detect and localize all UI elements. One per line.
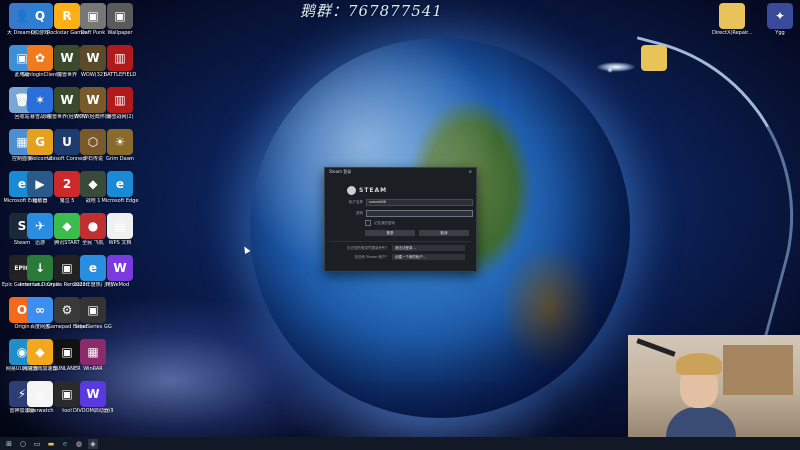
webcam-background-shelf	[723, 345, 793, 395]
start-icon[interactable]: ⊞	[4, 439, 14, 449]
password-row: 密码	[329, 210, 476, 217]
desktop-item-label: WinRAR	[83, 366, 103, 372]
desktop-item-label: 暴雪战网(2)	[106, 114, 134, 120]
desktop-item-label: Grim Dawn	[106, 156, 134, 162]
new-account-label: 还没有 Steam 帐户？	[354, 254, 389, 259]
forgot-row: 忘记您的登录凭据或丢失？ 我无法登录...	[329, 245, 476, 251]
desktop-item-label: WPS 文档	[108, 240, 132, 246]
file-explorer-icon[interactable]: ▬	[46, 439, 56, 449]
watermark-text: 鹅群：767877541	[300, 2, 443, 20]
remember-checkbox[interactable]	[365, 220, 371, 226]
steam-logo-icon	[347, 186, 356, 195]
password-label: 密码	[356, 211, 363, 215]
desktop-item[interactable]: ▤ WPS 文档	[100, 213, 140, 246]
search-icon[interactable]: ○	[18, 439, 28, 449]
desktop-folder-item[interactable]	[634, 45, 674, 71]
steam-taskbar-icon[interactable]: ◍	[74, 439, 84, 449]
desktop-item[interactable]: ▦ WinRAR	[73, 339, 113, 372]
close-icon[interactable]: ✕	[469, 169, 472, 178]
document-icon: ▤	[107, 213, 133, 239]
desktop-item-label: Ygg	[775, 30, 785, 36]
desktop-item[interactable]: W WeMod	[100, 255, 140, 288]
desktop-item[interactable]: ✦ Ygg	[760, 3, 800, 36]
grim-dawn-icon: ☀	[107, 129, 133, 155]
desktop-item[interactable]: ☀ Grim Dawn	[100, 129, 140, 162]
forgot-button[interactable]: 我无法登录...	[392, 245, 465, 251]
edge-3-icon: e	[107, 171, 133, 197]
remember-password-row[interactable]: 记住我的密码	[365, 220, 476, 226]
desktop-item-label: BATTLEFIELD	[103, 72, 137, 78]
login-button[interactable]: 登录	[365, 230, 415, 236]
steam-logo: STEAM	[347, 186, 476, 195]
dialog-divider	[329, 241, 472, 242]
desktop-item-label: Microsoft Edge	[101, 198, 139, 204]
task-view-icon[interactable]: ▭	[32, 439, 42, 449]
steam-login-dialog: Steam 登录 ✕ STEAM 帐户名称 sneez086 密码 记住我的密码…	[324, 167, 477, 272]
folder-icon	[641, 45, 667, 71]
desktop-item-label: DirectX(Repair...	[712, 30, 752, 36]
wallpaper-comet-head	[596, 62, 636, 72]
webcam-mic-arm	[636, 338, 676, 357]
webcam-person-hair	[676, 353, 722, 375]
account-label: 帐户名称	[349, 200, 363, 204]
create-account-button[interactable]: 创建一个新的帐户...	[392, 254, 465, 260]
desktop-item[interactable]: ▥ 暴雪战网(2)	[100, 87, 140, 120]
desktop-item[interactable]: WDIVOOM启动器(新)	[73, 381, 113, 414]
edge-taskbar-icon[interactable]: e	[60, 439, 70, 449]
dialog-titlebar: Steam 登录 ✕	[325, 168, 476, 179]
remember-label: 记住我的密码	[374, 220, 395, 225]
steam-brand-text: STEAM	[359, 187, 388, 194]
wemod-icon: W	[107, 255, 133, 281]
battlefield-v-icon: ▥	[107, 45, 133, 71]
webcam-overlay	[628, 335, 800, 450]
create-account-row: 还没有 Steam 帐户？ 创建一个新的帐户...	[329, 254, 476, 260]
desktop-item[interactable]: e Microsoft Edge	[100, 171, 140, 204]
taskbar: ⊞ ○ ▭ ▬ e ◍ ◈	[0, 437, 800, 450]
dialog-title: Steam 登录	[329, 169, 352, 174]
dialog-buttons: 登录 取消	[365, 230, 476, 236]
desktop-item-label: WeMod	[110, 282, 130, 288]
active-app-icon[interactable]: ◈	[88, 438, 98, 449]
battlefield-2-icon: ▥	[107, 87, 133, 113]
desktop-item-label: DIVOOM启动器(新)	[73, 408, 113, 414]
desktop-item[interactable]: ▥ BATTLEFIELD	[100, 45, 140, 78]
desktop-item-label: Wallpaper	[107, 30, 133, 36]
desktop-item[interactable]: DirectX(Repair...	[712, 3, 752, 36]
account-row: 帐户名称 sneez086	[329, 199, 476, 206]
wegame-icon: W	[80, 381, 106, 407]
password-field[interactable]	[366, 210, 473, 217]
ygg-icon: ✦	[767, 3, 793, 29]
desktop-item-label: SteelSeries GG	[74, 324, 112, 330]
winrar-icon: ▦	[80, 339, 106, 365]
forgot-label: 忘记您的登录凭据或丢失？	[347, 245, 389, 250]
steelseries-icon: ▣	[80, 297, 106, 323]
folder-icon	[719, 3, 745, 29]
desktop-item[interactable]: ▣ Wallpaper	[100, 3, 140, 36]
cancel-button[interactable]: 取消	[419, 230, 469, 236]
wallpaper-icon: ▣	[107, 3, 133, 29]
desktop-item[interactable]: ▣ SteelSeries GG	[73, 297, 113, 330]
account-name-field[interactable]: sneez086	[366, 199, 473, 206]
